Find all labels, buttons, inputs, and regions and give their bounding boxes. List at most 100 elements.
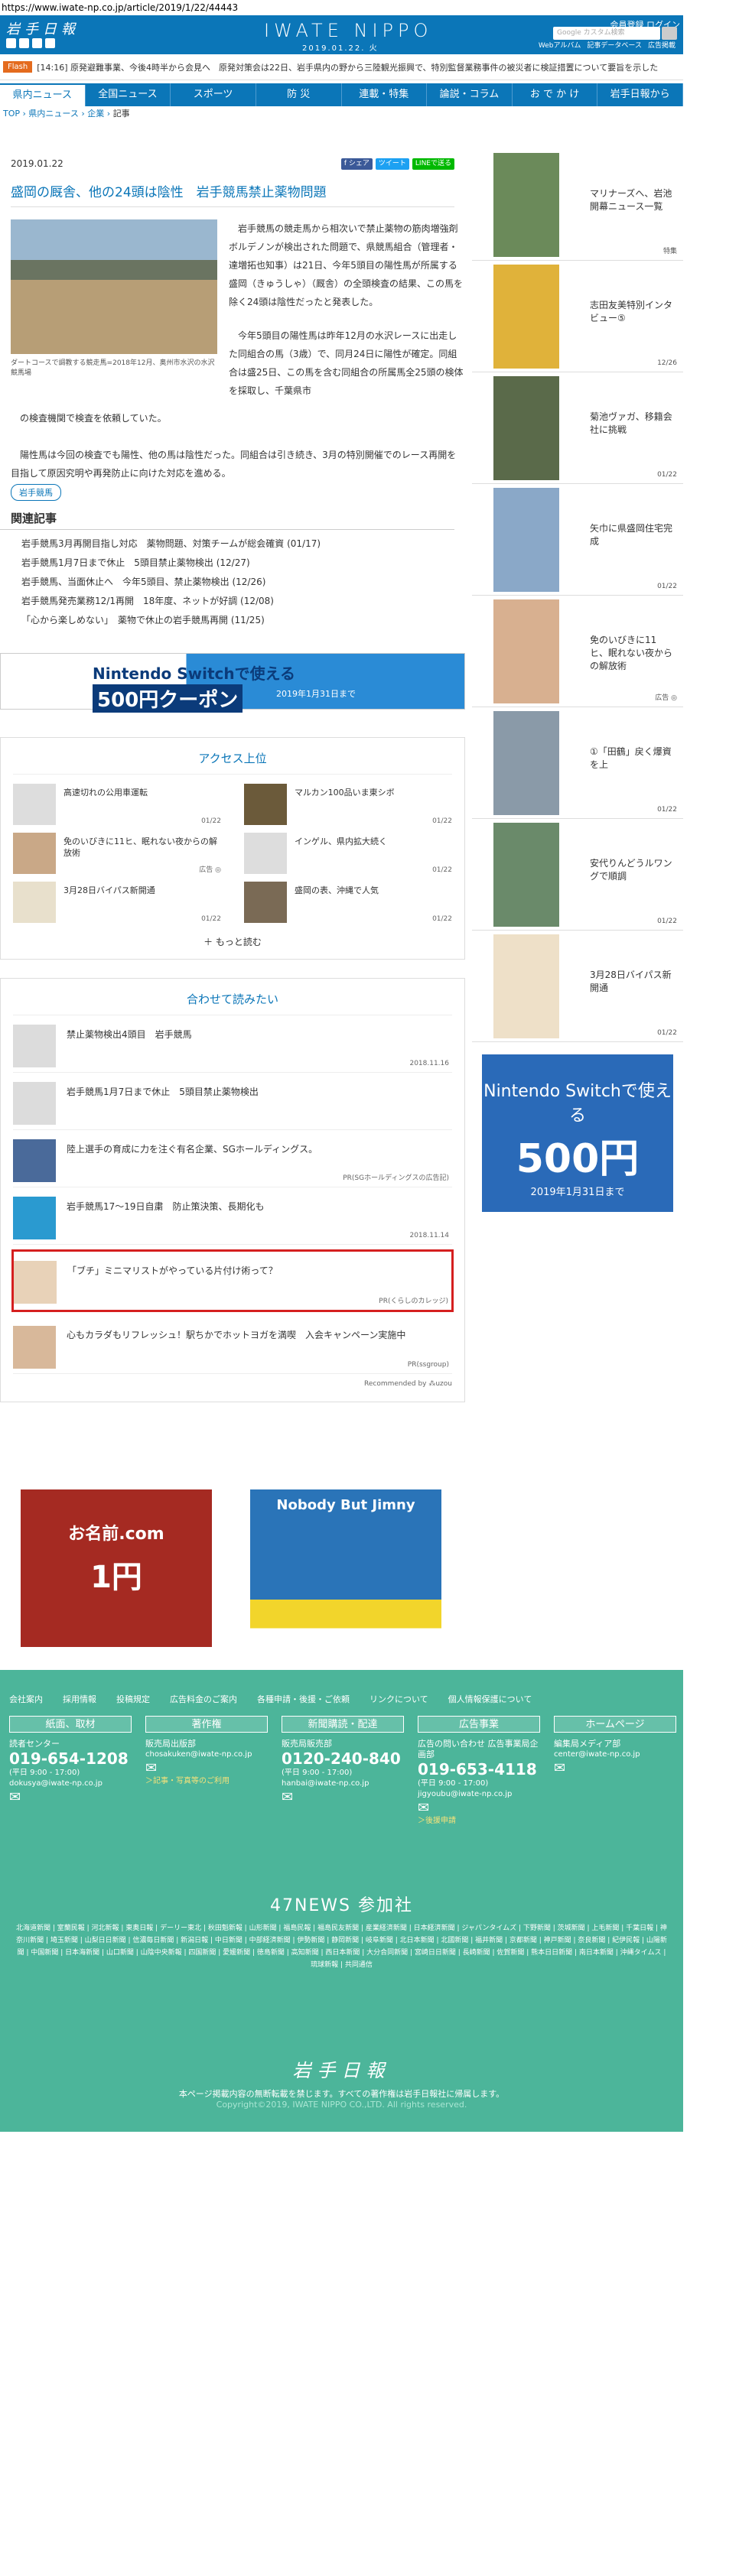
nav-columns[interactable]: 論説・コラム (427, 83, 513, 106)
article-paragraph: 今年5頭目の陽性馬は昨年12月の水沢レースに出走した同組合の馬（3歳）で、同月2… (229, 330, 464, 396)
recommend-item[interactable]: 禁止薬物検出4頭目 岩手競馬 2018.11.16 (13, 1015, 452, 1073)
nav-disaster[interactable]: 防 災 (256, 83, 342, 106)
nav-local-news[interactable]: 県内ニュース (0, 85, 86, 106)
jimny-ad[interactable]: Nobody But Jimny (250, 1489, 441, 1647)
sidebar-item[interactable]: 矢巾に県盛岡住宅完成 01/22 (472, 484, 683, 596)
ranking-item[interactable]: 3月28日バイパス新開通 01/22 (13, 882, 221, 923)
email-link[interactable]: center@iwate-np.co.jp (554, 1749, 676, 1760)
sidebar-date: 広告 ◎ (655, 694, 677, 702)
footer-link[interactable]: 各種申請・後援・ご依頼 (257, 1693, 350, 1705)
email-link[interactable]: dokusya@iwate-np.co.jp (9, 1779, 132, 1789)
ranking-item[interactable]: 盛岡の表、沖縄で人気 01/22 (244, 882, 452, 923)
sidebar-thumb (493, 265, 559, 369)
related-item[interactable]: 岩手競馬発売業務12/1再開 18年度、ネットが好調 (12/08) (21, 592, 454, 611)
line-share-button[interactable]: LINEで送る (412, 158, 454, 170)
hours: (平日 9:00 - 17:00) (418, 1779, 489, 1788)
ad-text: 2019年1月31日まで (276, 689, 356, 699)
email-link[interactable]: jigyoubu@iwate-np.co.jp (418, 1789, 540, 1800)
footer-col-heading: 著作権 (145, 1716, 268, 1733)
breadcrumb-item[interactable]: 県内ニュース (28, 109, 78, 119)
related-item[interactable]: 「心から楽しめない」 薬物で休止の岩手競馬再開 (11/25) (21, 611, 454, 630)
url-bar[interactable]: https://www.iwate-np.co.jp/article/2019/… (0, 0, 752, 15)
footer-link[interactable]: 個人情報保護について (448, 1693, 532, 1705)
breadcrumb-item[interactable]: 企業 (87, 109, 104, 119)
article-paragraph: の検査機関で検査を依頼していた。 (20, 413, 167, 424)
twitter-icon[interactable] (6, 38, 16, 48)
sidebar-item[interactable]: ①「田鶴」戻く爆資を上 01/22 (472, 707, 683, 819)
footer-note[interactable]: ＞記事・写真等のご利用 (145, 1776, 268, 1787)
line-icon[interactable] (32, 38, 42, 48)
related-item[interactable]: 岩手競馬1月7日まで休止 5頭目禁止薬物検出 (12/27) (21, 554, 454, 573)
header-link[interactable]: 広告掲載 (648, 40, 675, 50)
recommend-title: 岩手競馬1月7日まで休止 5頭目禁止薬物検出 (67, 1087, 259, 1097)
facebook-icon[interactable] (19, 38, 29, 48)
recommend-item[interactable]: 陸上選手の育成に力を注ぐ有名企業、SGホールディングス。 PR(SGホールディング… (13, 1130, 452, 1187)
footer-link[interactable]: リンクについて (369, 1693, 428, 1705)
mail-icon[interactable]: ✉ (418, 1800, 540, 1816)
sidebar-date: 01/22 (657, 471, 677, 479)
flash-text[interactable]: [14:16] 原発避難事業、今後4時半から会見へ 原発対策会は22日、岩手県内… (37, 61, 680, 73)
footer-note[interactable]: ＞後援申請 (418, 1816, 540, 1827)
ranking-item[interactable]: マルカン100品いま東シボ 01/22 (244, 784, 452, 825)
phone-number[interactable]: 019-654-1208 (9, 1749, 132, 1768)
sidebar-item[interactable]: 免のいびきに11ヒ、眠れない夜からの解放術 広告 ◎ (472, 596, 683, 707)
footer-link[interactable]: 採用情報 (63, 1693, 96, 1705)
footer-logo[interactable]: 岩手日報 (0, 2055, 683, 2082)
recommend-item[interactable]: 心もカラダもリフレッシュ！駅ちかでホットヨガを満喫 入会キャンペーン実施中 PR(… (13, 1317, 452, 1374)
article-tag[interactable]: 岩手競馬 (11, 484, 61, 501)
news47-list[interactable]: 北海道新聞 | 室蘭民報 | 河北新報 | 東奥日報 | デーリー東北 | 秋田… (15, 1922, 668, 1971)
facebook-share-button[interactable]: f シェア (340, 158, 373, 170)
email-link[interactable]: chosakuken@iwate-np.co.jp (145, 1749, 268, 1760)
nav-features[interactable]: 連載・特集 (342, 83, 428, 106)
nav-outing[interactable]: お で か け (513, 83, 598, 106)
phone-number[interactable]: 019-653-4118 (418, 1760, 540, 1779)
site-logo[interactable]: 岩手日報 (6, 18, 80, 38)
sidebar-item[interactable]: 安代りんどうルワングで順調 01/22 (472, 819, 683, 931)
breadcrumb-item[interactable]: TOP (3, 109, 20, 119)
ranking-item[interactable]: 免のいびきに11ヒ、眠れない夜からの解放術 広告 ◎ (13, 833, 221, 874)
side-ad-banner[interactable]: Nintendo Switchで使える 500円 2019年1月31日まで (482, 1054, 673, 1212)
search-button[interactable] (662, 27, 677, 40)
masthead-logo[interactable]: IWATE NIPPO (264, 20, 432, 41)
mail-icon[interactable]: ✉ (282, 1789, 404, 1805)
footer-link[interactable]: 投稿規定 (116, 1693, 150, 1705)
mail-icon[interactable]: ✉ (554, 1760, 676, 1776)
footer-link[interactable]: 広告料金のご案内 (170, 1693, 237, 1705)
recommend-item[interactable]: 岩手競馬1月7日まで休止 5頭目禁止薬物検出 (13, 1073, 452, 1130)
article-photo[interactable] (11, 219, 217, 354)
mail-icon[interactable]: ✉ (145, 1760, 268, 1776)
email-link[interactable]: hanbai@iwate-np.co.jp (282, 1779, 404, 1789)
recommend-thumb (13, 1025, 56, 1067)
header-link[interactable]: 記事データベース (587, 40, 642, 50)
sidebar-item[interactable]: 3月28日バイパス新開通 01/22 (472, 931, 683, 1042)
instagram-icon[interactable] (45, 38, 55, 48)
search-input[interactable]: Google カスタム検索 (553, 27, 660, 40)
more-button[interactable]: ＋ もっと読む (13, 923, 452, 951)
related-item[interactable]: 岩手競馬3月再開目指し対応 薬物問題、対策チームが総会確資 (01/17) (21, 534, 454, 554)
nav-sports[interactable]: スポーツ (171, 83, 256, 106)
recommend-credit[interactable]: Recommended by ⁂uzou (13, 1374, 452, 1394)
recommend-item-highlighted[interactable]: 「ブチ」ミニマリストがやっている片付け術って？ PR(くらしのカレッジ) (11, 1249, 454, 1312)
tweet-button[interactable]: ツイート (375, 158, 409, 170)
header-link[interactable]: Webアルバム (539, 40, 581, 50)
ad-banner[interactable]: Nintendo Switchで使える 500円クーポン 2019年1月31日ま… (0, 653, 465, 713)
ranking-item[interactable]: インゲル、県内拡大続く 01/22 (244, 833, 452, 874)
related-heading: 関連記事 (0, 502, 454, 530)
ranking-item[interactable]: 高速切れの公用車運転 01/22 (13, 784, 221, 825)
recommend-item[interactable]: 岩手競馬17～19日自粛 防止策決策、長期化も 2018.11.14 (13, 1187, 452, 1245)
sidebar-item[interactable]: 志田友美特別インタビュー⑤ 12/26 (472, 261, 683, 372)
nav-from-iwate-nippo[interactable]: 岩手日報から (597, 83, 683, 106)
recommend-meta: PR(くらしのカレッジ) (379, 1298, 448, 1305)
related-item[interactable]: 岩手競馬、当面休止へ 今年5頭目、禁止薬物検出 (12/26) (21, 573, 454, 592)
sidebar-item[interactable]: マリナーズへ、岩池開幕ニュース一覧 特集 (472, 149, 683, 261)
mail-icon[interactable]: ✉ (9, 1789, 132, 1805)
footer-contact-website: ホームページ 編集局メディア部 center@iwate-np.co.jp ✉ (554, 1716, 676, 1776)
recommend-thumb (14, 1261, 57, 1304)
nav-national-news[interactable]: 全国ニュース (86, 83, 171, 106)
footer-link[interactable]: 会社案内 (9, 1693, 43, 1705)
footer-col-sub: 編集局メディア部 (554, 1739, 621, 1749)
phone-number[interactable]: 0120-240-840 (282, 1749, 404, 1768)
sidebar-item[interactable]: 菊池ヴァガ、移籍会社に挑戦 01/22 (472, 372, 683, 484)
ranking-date: 広告 ◎ (199, 866, 221, 874)
onamae-ad[interactable]: お名前.com 1円 (21, 1489, 212, 1647)
